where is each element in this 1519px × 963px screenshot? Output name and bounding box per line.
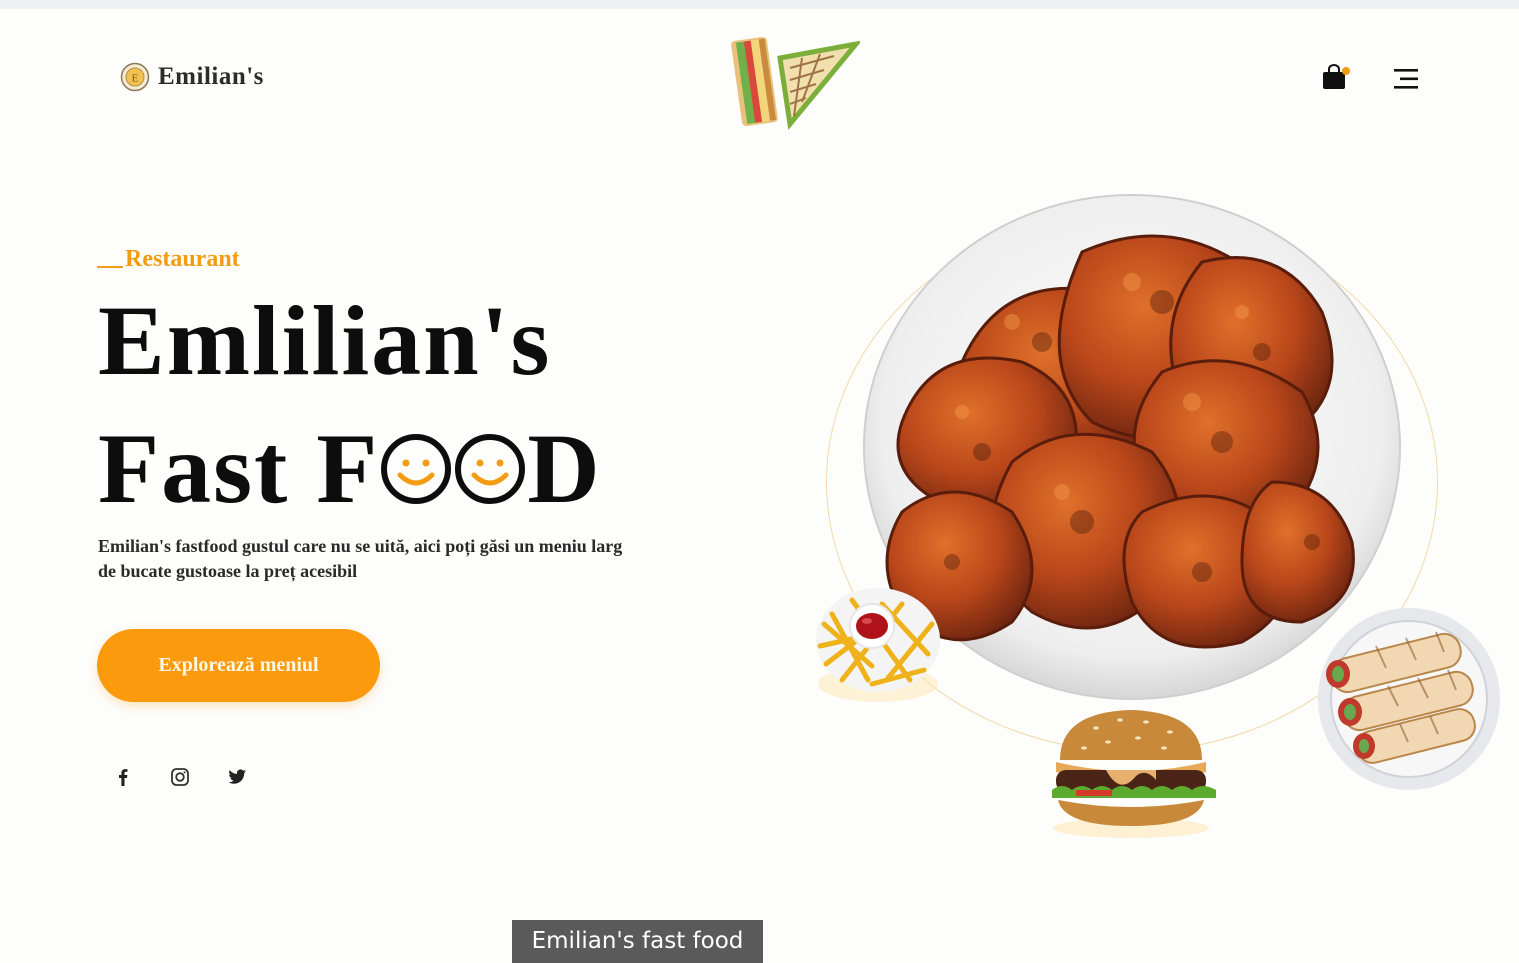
shopping-bag-icon[interactable] — [1320, 64, 1352, 92]
coin-logo-icon: E — [120, 62, 150, 92]
instagram-icon[interactable] — [169, 766, 191, 788]
smiley-o-icon — [381, 434, 452, 504]
browser-top-strip — [0, 0, 1519, 9]
facebook-icon[interactable] — [112, 766, 134, 788]
smiley-o-icon — [455, 434, 526, 504]
brand-logo[interactable]: E Emilian's — [120, 62, 264, 92]
hero-description: Emilian's fastfood gustul care nu se uit… — [98, 536, 623, 581]
video-caption: Emilian's fast food — [512, 920, 763, 963]
eyebrow-dash — [97, 266, 123, 268]
hero-title-line-2: Fast F D — [98, 414, 602, 524]
hamburger-menu-icon[interactable] — [1392, 66, 1420, 92]
fries-image — [816, 588, 940, 702]
wraps-image — [1318, 608, 1500, 790]
twitter-icon[interactable] — [226, 766, 248, 788]
social-links — [112, 766, 248, 788]
eyebrow-text: Restaurant — [125, 246, 240, 272]
hero-title-line-1: Emlilian's — [98, 285, 552, 396]
explore-menu-button[interactable]: Explorează meniul — [97, 629, 380, 702]
hero-title-prefix: Fast F — [98, 413, 380, 524]
hero-title-suffix: D — [527, 413, 602, 524]
brand-name: Emilian's — [158, 63, 264, 90]
sandwich-image — [731, 36, 860, 130]
svg-text:E: E — [132, 73, 139, 85]
eyebrow-label: Restaurant — [97, 246, 240, 273]
burger-image — [1052, 710, 1216, 838]
